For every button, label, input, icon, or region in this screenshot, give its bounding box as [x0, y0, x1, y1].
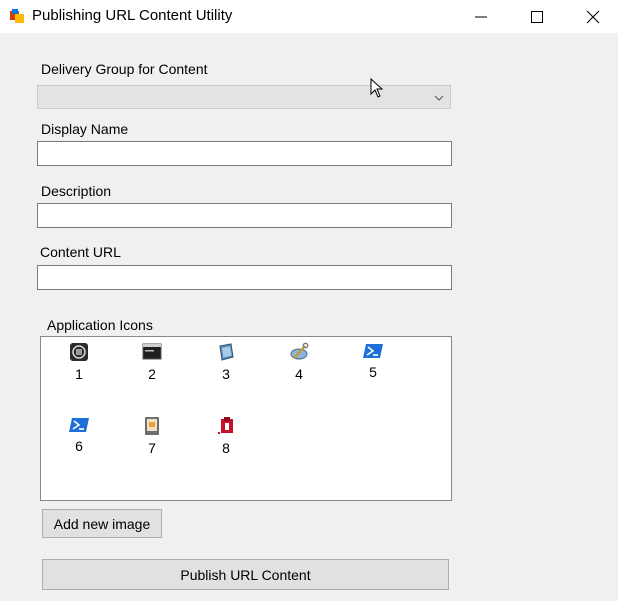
application-icon-caption: 7 [148, 440, 156, 456]
application-icon-caption: 8 [222, 440, 230, 456]
application-icon-caption: 6 [75, 438, 83, 454]
application-icon-item[interactable]: 2 [128, 337, 176, 389]
application-icon-item[interactable]: 6 [55, 411, 103, 463]
tablet-device-icon [219, 343, 234, 361]
application-icons-label: Application Icons [47, 317, 153, 333]
minimize-button[interactable] [458, 0, 504, 33]
app-window: Publishing URL Content Utility Delivery … [0, 0, 618, 601]
wrench-tools-icon [290, 342, 309, 360]
application-icon-caption: 3 [222, 366, 230, 382]
mouse-cursor-icon [370, 78, 384, 98]
maximize-button[interactable] [514, 0, 560, 33]
red-package-icon [217, 417, 233, 435]
application-icon-caption: 1 [75, 366, 83, 382]
app-window-icon [10, 9, 24, 23]
window-title: Publishing URL Content Utility [32, 7, 233, 24]
display-name-label: Display Name [41, 121, 129, 137]
application-icon-item[interactable]: 7 [128, 411, 176, 463]
delivery-group-dropdown[interactable] [37, 85, 451, 109]
content-url-input[interactable] [37, 265, 452, 290]
application-icon-caption: 4 [295, 366, 303, 382]
content-url-label: Content URL [40, 244, 121, 260]
application-icon-caption: 5 [369, 364, 377, 380]
application-icon-item[interactable]: 4 [275, 337, 323, 389]
application-icons-list[interactable]: 1 2 3 4 5 6 7 8 [40, 336, 452, 501]
add-new-image-button[interactable]: Add new image [42, 509, 162, 538]
description-input[interactable] [37, 203, 452, 228]
maximize-icon [531, 10, 543, 23]
minimize-icon [475, 16, 487, 17]
chevron-down-icon [434, 95, 444, 101]
close-icon [586, 10, 600, 23]
application-icon-item[interactable]: 5 [349, 337, 397, 389]
application-icon-item[interactable]: 8 [202, 411, 250, 463]
powershell-icon [363, 344, 383, 358]
powershell-icon [69, 418, 89, 432]
delivery-group-label: Delivery Group for Content [41, 61, 208, 77]
application-icon-item[interactable]: 3 [202, 337, 250, 389]
terminal-window-icon [142, 343, 162, 360]
application-icon-caption: 2 [148, 366, 156, 382]
close-button[interactable] [570, 0, 616, 33]
display-name-input[interactable] [37, 141, 452, 166]
publish-url-content-button[interactable]: Publish URL Content [42, 559, 449, 590]
title-bar[interactable]: Publishing URL Content Utility [0, 0, 618, 33]
description-label: Description [41, 183, 112, 199]
application-icon-item[interactable]: 1 [55, 337, 103, 389]
document-app-icon [145, 417, 159, 435]
circle-app-icon [70, 343, 88, 361]
